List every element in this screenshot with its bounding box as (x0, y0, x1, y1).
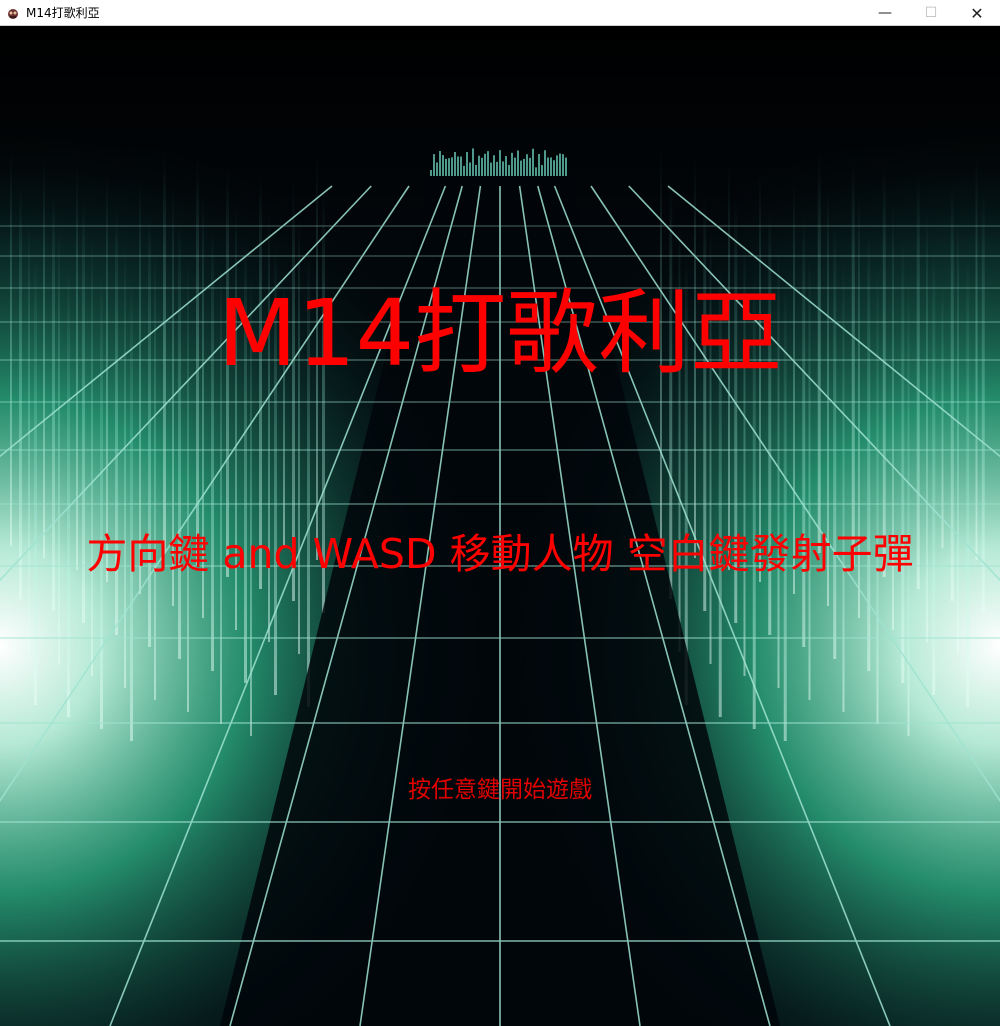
equalizer-bar (463, 165, 465, 176)
equalizer-bar (529, 157, 531, 176)
close-button[interactable]: ✕ (954, 0, 1000, 26)
equalizer-bar (508, 164, 510, 176)
equalizer-bar (514, 157, 516, 176)
equalizer-bar (487, 151, 489, 176)
maximize-button[interactable]: ☐ (908, 0, 954, 26)
light-streak (957, 218, 959, 654)
neon-corridor-background (0, 26, 1000, 1026)
title-bar[interactable]: M14打歌利亞 — ☐ ✕ (0, 0, 1000, 26)
game-canvas[interactable]: M14打歌利亞 方向鍵 and WASD 移動人物 空白鍵發射子彈 按任意鍵開始… (0, 26, 1000, 1026)
light-streak (926, 210, 928, 642)
equalizer-bar (505, 156, 507, 176)
app-logo-icon (6, 6, 20, 20)
equalizer-bar (532, 148, 534, 176)
equalizer-bar (559, 153, 561, 176)
equalizer-bar (478, 155, 480, 176)
equalizer-bar (565, 157, 567, 176)
equalizer-bar (475, 164, 477, 176)
equalizer-bar (439, 151, 441, 176)
equalizer-bar (541, 165, 543, 176)
equalizer-bar (550, 157, 552, 176)
equalizer-bar (496, 161, 498, 176)
equalizer-bar (547, 157, 549, 176)
equalizer-bar (433, 154, 435, 176)
equalizer-bar (457, 156, 459, 176)
light-streak (28, 220, 30, 652)
equalizer-bar (526, 154, 528, 176)
game-window: M14打歌利亞 — ☐ ✕ M14打歌利亞 方向鍵 and WASD 移動人物 … (0, 0, 1000, 1026)
controls-instructions: 方向鍵 and WASD 移動人物 空白鍵發射子彈 (86, 530, 914, 578)
equalizer-bar (445, 158, 447, 176)
equalizer-bar (562, 154, 564, 176)
equalizer-bar (511, 152, 513, 176)
equalizer-bar (499, 150, 501, 176)
light-streak (148, 215, 151, 647)
equalizer-bar (448, 158, 450, 176)
equalizer-bar (544, 150, 546, 176)
equalizer-bar (523, 158, 525, 176)
start-prompt[interactable]: 按任意鍵開始遊戲 (0, 779, 1000, 802)
equalizer-bar (535, 167, 537, 176)
game-title: M14打歌利亞 (217, 280, 783, 387)
window-controls: — ☐ ✕ (862, 0, 1000, 26)
equalizer-bar (469, 162, 471, 176)
minimize-button[interactable]: — (862, 0, 908, 26)
equalizer-bar (430, 170, 432, 176)
equalizer-bar (520, 160, 522, 176)
equalizer-bar (517, 150, 519, 176)
equalizer-bar (454, 151, 456, 176)
equalizer-bar (493, 155, 495, 176)
equalizer-bar (490, 162, 492, 176)
equalizer-bar (481, 157, 483, 176)
equalizer-bar (460, 156, 462, 176)
equalizer-bar (442, 155, 444, 176)
equalizer-bar (436, 162, 438, 176)
equalizer-bar (556, 155, 558, 176)
light-streak (802, 215, 806, 647)
window-title: M14打歌利亞 (26, 6, 100, 20)
equalizer-bar (484, 153, 486, 176)
equalizer-bar (466, 152, 468, 176)
equalizer-bar (472, 148, 474, 176)
equalizer-bar (553, 160, 555, 176)
equalizer-bar (502, 161, 504, 176)
equalizer-bar (538, 154, 540, 176)
equalizer-bar (451, 157, 453, 176)
